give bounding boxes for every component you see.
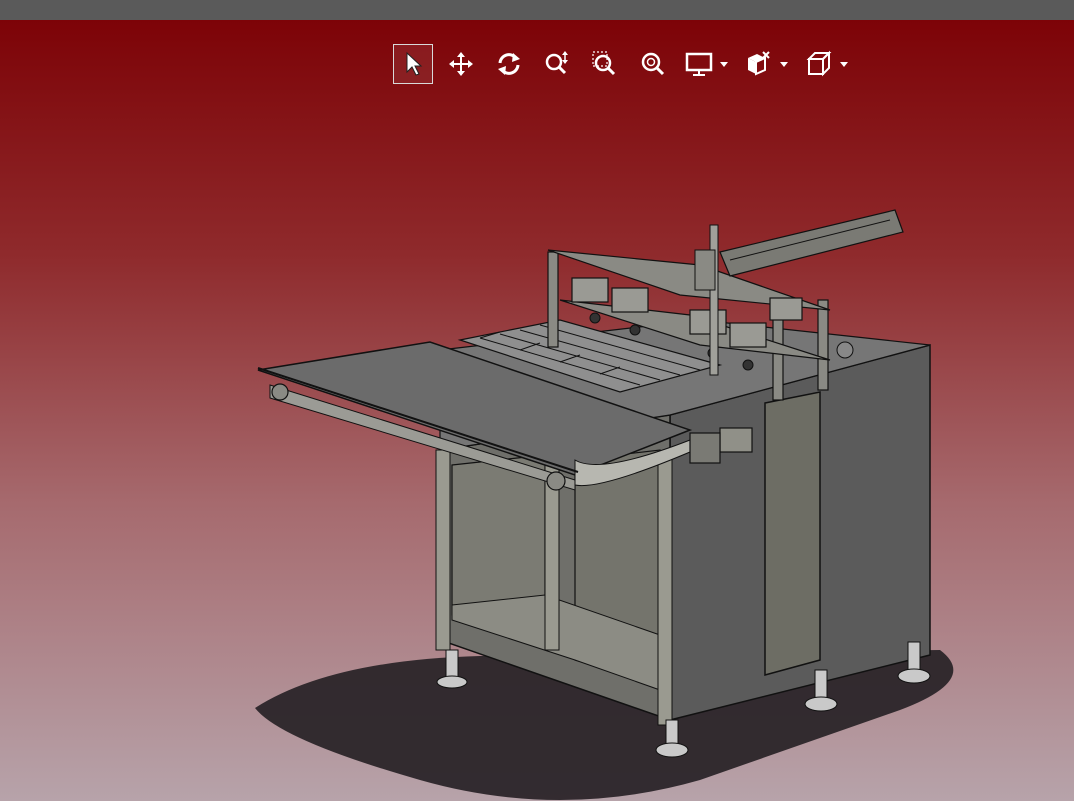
- chevron-down-icon: [780, 61, 788, 67]
- view-orientation-dropdown[interactable]: [777, 44, 791, 84]
- rotate-tool-button[interactable]: [489, 44, 529, 84]
- graphics-viewport[interactable]: [0, 20, 1074, 801]
- zoom-fit-button[interactable]: [633, 44, 673, 84]
- monitor-icon: [685, 52, 713, 76]
- standard-views-button[interactable]: [801, 44, 837, 84]
- view-cube-icon: [748, 51, 770, 76]
- standard-views-dropdown[interactable]: [837, 44, 851, 84]
- zoom-in-out-icon: [545, 51, 568, 75]
- display-mode-group: [681, 44, 731, 84]
- display-mode-dropdown[interactable]: [717, 44, 731, 84]
- rotate-icon: [498, 53, 520, 75]
- zoom-window-icon: [592, 51, 616, 76]
- pan-tool-button[interactable]: [441, 44, 481, 84]
- standard-views-group: [801, 44, 851, 84]
- move-arrows-icon: [449, 52, 473, 76]
- select-tool-button[interactable]: [393, 44, 433, 84]
- zoom-fit-icon: [641, 52, 665, 76]
- view-orientation-button[interactable]: [741, 44, 777, 84]
- chevron-down-icon: [840, 61, 848, 67]
- box-icon: [806, 50, 832, 77]
- display-mode-button[interactable]: [681, 44, 717, 84]
- machine-assembly-model[interactable]: [0, 20, 1074, 801]
- chevron-down-icon: [720, 61, 728, 67]
- zoom-in-out-button[interactable]: [537, 44, 577, 84]
- view-toolbar: [393, 43, 861, 85]
- cursor-arrow-icon: [406, 51, 423, 76]
- view-orientation-group: [741, 44, 791, 84]
- zoom-window-button[interactable]: [585, 44, 625, 84]
- window-titlebar: [0, 0, 1074, 20]
